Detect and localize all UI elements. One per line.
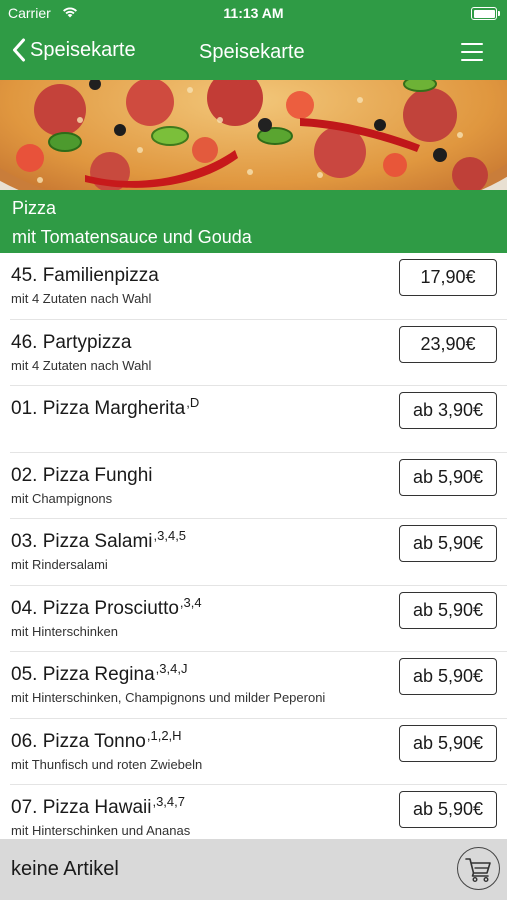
- pizza-photo: [0, 80, 507, 190]
- menu-item[interactable]: 02. Pizza Funghi mit Champignons ab 5,90€: [0, 453, 507, 520]
- clock: 11:13 AM: [223, 5, 284, 21]
- category-name: Pizza: [12, 198, 57, 218]
- add-to-cart-price-button[interactable]: ab 3,90€: [399, 392, 497, 429]
- menu-item-description: mit Hinterschinken: [11, 623, 118, 639]
- back-button-label: Speisekarte: [30, 38, 136, 61]
- menu-item-name: 05. Pizza Regina: [11, 664, 155, 685]
- add-to-cart-price-button[interactable]: ab 5,90€: [399, 458, 497, 496]
- menu-item-name: 46. Partypizza: [11, 331, 132, 353]
- menu-item-title: 45. Familienpizza: [11, 262, 160, 287]
- cart-bar[interactable]: keine Artikel: [0, 839, 507, 900]
- menu-item-description: mit Champignons: [11, 490, 113, 506]
- menu-item-description: mit Hinterschinken und Ananas: [11, 823, 191, 838]
- menu-item-name: 01. Pizza Margherita: [11, 398, 186, 419]
- menu-item-description: mit Thunfisch und roten Zwiebeln: [11, 756, 203, 772]
- menu-item-description: mit Rindersalami: [11, 557, 108, 572]
- chevron-left-icon: [13, 38, 25, 62]
- add-to-cart-price-button[interactable]: 17,90€: [399, 259, 497, 296]
- add-to-cart-price-button[interactable]: ab 5,90€: [399, 724, 497, 762]
- app-screen: Carrier 11:13 AM Speisekarte Speisekarte: [0, 0, 507, 900]
- category-header: Pizza mit Tomatensauce und Gouda: [0, 190, 507, 253]
- shopping-cart-icon: [465, 858, 491, 883]
- category-description: mit Tomatensauce und Gouda: [12, 227, 252, 247]
- menu-item-description: mit 4 Zutaten nach Wahl: [11, 291, 152, 306]
- back-button[interactable]: Speisekarte: [12, 38, 136, 62]
- menu-item-allergens: ,3,4: [179, 594, 202, 610]
- hamburger-menu-icon[interactable]: [461, 41, 485, 63]
- menu-item-title: 03. Pizza Salami,3,4,5: [11, 528, 186, 553]
- add-to-cart-price-button[interactable]: ab 5,90€: [399, 591, 497, 629]
- battery-icon: [471, 7, 500, 20]
- menu-item-title: 46. Partypizza: [11, 329, 132, 354]
- menu-item-title: 07. Pizza Hawaii,3,4,7: [11, 794, 185, 819]
- menu-item-allergens: ,1,2,H: [146, 727, 182, 743]
- menu-item[interactable]: 07. Pizza Hawaii,3,4,7 mit Hinterschinken…: [0, 785, 507, 839]
- page-title: Speisekarte: [199, 41, 305, 63]
- menu-item-description: mit 4 Zutaten nach Wahl: [11, 357, 152, 373]
- add-to-cart-price-button[interactable]: ab 5,90€: [399, 791, 497, 828]
- menu-item-allergens: ,3,4,7: [152, 794, 185, 809]
- menu-item-title: 06. Pizza Tonno,1,2,H: [11, 728, 182, 753]
- navigation-bar: Speisekarte Speisekarte: [0, 28, 507, 80]
- add-to-cart-price-button[interactable]: 23,90€: [399, 325, 497, 363]
- category-hero-image: [0, 80, 507, 190]
- menu-item[interactable]: 04. Pizza Prosciutto,3,4 mit Hinterschink…: [0, 586, 507, 653]
- menu-item-description: mit Hinterschinken, Champignons und mild…: [11, 690, 326, 705]
- menu-item-title: 01. Pizza Margherita,D: [11, 395, 199, 420]
- menu-item-allergens: ,D: [186, 395, 200, 410]
- menu-item-name: 04. Pizza Prosciutto: [11, 597, 179, 619]
- menu-item[interactable]: 46. Partypizza mit 4 Zutaten nach Wahl 23,…: [0, 320, 507, 387]
- menu-item-name: 06. Pizza Tonno: [11, 730, 146, 752]
- add-to-cart-price-button[interactable]: ab 5,90€: [399, 658, 497, 695]
- menu-item[interactable]: 03. Pizza Salami,3,4,5 mit Rindersalami ab…: [0, 519, 507, 586]
- menu-item-name: 45. Familienpizza: [11, 265, 159, 286]
- menu-item-name: 07. Pizza Hawaii: [11, 797, 152, 818]
- cart-status-label: keine Artikel: [11, 858, 119, 880]
- menu-item-allergens: ,3,4,J: [155, 661, 188, 676]
- menu-item-allergens: ,3,4,5: [153, 528, 187, 543]
- add-to-cart-price-button[interactable]: ab 5,90€: [399, 525, 497, 562]
- menu-item[interactable]: 06. Pizza Tonno,1,2,H mit Thunfisch und r…: [0, 719, 507, 786]
- menu-item-name: 03. Pizza Salami: [11, 531, 153, 552]
- menu-item[interactable]: 45. Familienpizza mit 4 Zutaten nach Wahl…: [0, 253, 507, 320]
- menu-item-title: 02. Pizza Funghi: [11, 462, 154, 487]
- menu-item[interactable]: 05. Pizza Regina,3,4,J mit Hinterschinken…: [0, 652, 507, 719]
- menu-item-name: 02. Pizza Funghi: [11, 464, 153, 486]
- menu-item[interactable]: 01. Pizza Margherita,D ab 3,90€: [0, 386, 507, 453]
- battery-level: [473, 9, 495, 18]
- menu-item-list[interactable]: 45. Familienpizza mit 4 Zutaten nach Wahl…: [0, 253, 507, 839]
- status-bar: Carrier 11:13 AM: [0, 0, 507, 28]
- menu-item-title: 04. Pizza Prosciutto,3,4: [11, 595, 202, 620]
- menu-item-title: 05. Pizza Regina,3,4,J: [11, 661, 187, 686]
- cart-button[interactable]: [457, 847, 500, 890]
